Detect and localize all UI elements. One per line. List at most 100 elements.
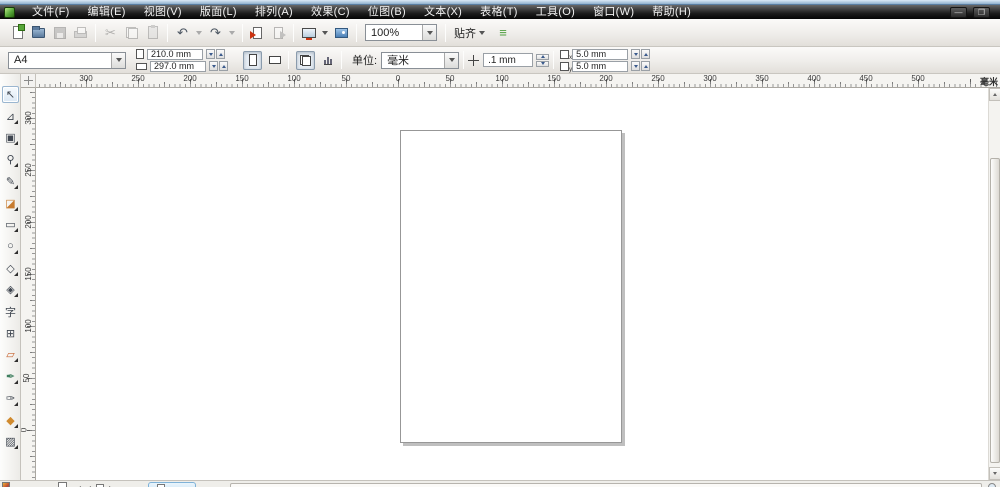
ellipse-tool[interactable]: ○: [2, 238, 19, 255]
export-button[interactable]: [268, 22, 289, 43]
zoom-tool[interactable]: ⚲: [2, 151, 19, 168]
ruler-number: 500: [911, 74, 925, 83]
redo-button[interactable]: ↷: [205, 22, 226, 43]
pick-tool[interactable]: ↖: [2, 86, 19, 103]
horizontal-ruler[interactable]: 毫米 300 250 200 150 100 50 0 50 100 150 200 250 300 35…: [36, 74, 1000, 88]
redo-icon: ↷: [210, 25, 221, 40]
snap-to-button[interactable]: 贴齐: [450, 23, 492, 43]
ruler-number: 0: [19, 427, 29, 433]
drawing-canvas[interactable]: Bai du 经验 jingyan.baidu.com: [36, 88, 992, 487]
paste-button[interactable]: [142, 22, 163, 43]
duplicate-x-spinner[interactable]: [630, 49, 651, 59]
scroll-up-button[interactable]: [989, 88, 1000, 101]
page-tab[interactable]: 页 1: [148, 482, 197, 487]
ruler-number: 150: [547, 74, 561, 83]
paper-height-spinner[interactable]: [208, 61, 228, 71]
ruler-number: 150: [235, 74, 249, 83]
menu-item[interactable]: 帮助(H): [643, 5, 700, 19]
menu-item[interactable]: 位图(B): [359, 5, 415, 19]
application-launcher-button[interactable]: [298, 22, 319, 43]
menu-item[interactable]: 视图(V): [135, 5, 191, 19]
options-button[interactable]: ≡: [492, 22, 513, 43]
outline-pen-tool[interactable]: ✑: [2, 390, 19, 407]
menu-item[interactable]: 编辑(E): [79, 5, 135, 19]
scroll-down-button[interactable]: [989, 467, 1000, 480]
new-document-button[interactable]: [7, 22, 28, 43]
polygon-tool[interactable]: ◇: [2, 260, 19, 277]
blend-tool[interactable]: ▱: [2, 346, 19, 363]
duplicate-y-spinner[interactable]: [630, 61, 651, 71]
add-page-icon[interactable]: [58, 482, 67, 487]
propbar-separator: [553, 51, 555, 69]
propbar-separator: [341, 51, 342, 69]
welcome-screen-button[interactable]: [331, 22, 352, 43]
eyedropper-tool[interactable]: ✒: [2, 368, 19, 385]
undo-dropdown-arrow[interactable]: [196, 30, 202, 35]
units-combo[interactable]: 毫米: [381, 51, 460, 69]
open-button[interactable]: [28, 22, 49, 43]
basic-shapes-tool[interactable]: ◈: [2, 281, 19, 298]
restore-button[interactable]: ❐: [973, 6, 990, 18]
minimize-button[interactable]: —: [950, 6, 967, 18]
zoom-level-combo[interactable]: 100%: [365, 24, 437, 41]
menu-item[interactable]: 工具(O): [527, 5, 584, 19]
interactive-fill-tool[interactable]: ▨: [2, 433, 19, 450]
paper-width-field[interactable]: 210.0 mm: [147, 48, 203, 60]
print-button[interactable]: [70, 22, 91, 43]
menu-item[interactable]: 窗口(W): [584, 5, 643, 19]
import-button[interactable]: [247, 22, 268, 43]
redo-dropdown-arrow[interactable]: [229, 30, 235, 35]
launcher-dropdown-arrow[interactable]: [322, 30, 328, 35]
current-page-button[interactable]: [318, 51, 337, 70]
save-button[interactable]: [49, 22, 70, 43]
ruler-number: 300: [79, 74, 93, 83]
zoom-combo-arrow[interactable]: [422, 25, 436, 40]
copy-button[interactable]: [121, 22, 142, 43]
landscape-button[interactable]: [265, 51, 284, 70]
standard-toolbar: ✂ ↶ ↷ 100% 贴齐 ≡: [0, 19, 1000, 47]
duplicate-x-field[interactable]: 5.0 mm: [572, 48, 629, 60]
smart-fill-tool[interactable]: ◪: [2, 195, 19, 212]
freehand-tool[interactable]: ✎: [2, 173, 19, 190]
vertical-scrollbar[interactable]: [988, 88, 1000, 480]
crop-tool[interactable]: ▣: [2, 129, 19, 146]
vertical-ruler[interactable]: 300 250 200 150 100 50 0: [19, 88, 36, 480]
undo-button[interactable]: ↶: [172, 22, 193, 43]
toolbar-separator: [242, 23, 243, 42]
paper-height-field[interactable]: 297.0 mm: [150, 60, 206, 72]
menu-item[interactable]: 版面(L): [191, 5, 246, 19]
vertical-scrollbar-thumb[interactable]: [990, 158, 1000, 463]
nudge-spinner[interactable]: [535, 53, 550, 67]
shape-tool[interactable]: ⊿: [2, 108, 19, 125]
rectangle-tool[interactable]: ▭: [2, 216, 19, 233]
units-combo-arrow[interactable]: [444, 52, 459, 68]
cut-button[interactable]: ✂: [100, 22, 121, 43]
menu-item[interactable]: 文本(X): [415, 5, 471, 19]
options-icon: ≡: [499, 25, 507, 40]
table-tool[interactable]: ⊞: [2, 325, 19, 342]
ruler-unit-label: 毫米: [979, 77, 998, 87]
horizontal-scrollbar[interactable]: [230, 483, 982, 487]
navigator-icon[interactable]: [988, 483, 996, 487]
ruler-origin-corner[interactable]: [21, 74, 36, 88]
units-label: 单位:: [352, 55, 378, 67]
paper-preset-arrow[interactable]: [111, 52, 125, 68]
document-page[interactable]: [400, 130, 622, 443]
import-icon: [250, 26, 262, 39]
app-icon[interactable]: [4, 6, 15, 18]
paper-width-spinner[interactable]: [205, 49, 225, 59]
text-tool[interactable]: 字: [2, 303, 19, 320]
menu-item[interactable]: 效果(C): [302, 5, 359, 19]
propbar-separator: [288, 51, 289, 69]
nudge-offset-field[interactable]: .1 mm: [483, 53, 534, 67]
duplicate-y-field[interactable]: 5.0 mm: [572, 60, 629, 72]
menu-item[interactable]: 表格(T): [471, 5, 527, 19]
portrait-button[interactable]: [243, 50, 262, 70]
all-pages-button[interactable]: [296, 50, 315, 70]
fill-tool[interactable]: ◆: [2, 412, 19, 429]
toolbox: ↖ ⊿ ▣ ⚲ ✎ ◪ ▭ ○ ◇ ◈ 字 ⊞ ▱ ✒ ✑ ◆ ▨: [0, 74, 21, 487]
paper-preset-combo[interactable]: A4: [8, 51, 126, 69]
paper-width-icon: [136, 49, 144, 59]
menu-item[interactable]: 文件(F): [23, 5, 79, 19]
menu-item[interactable]: 排列(A): [246, 5, 302, 19]
